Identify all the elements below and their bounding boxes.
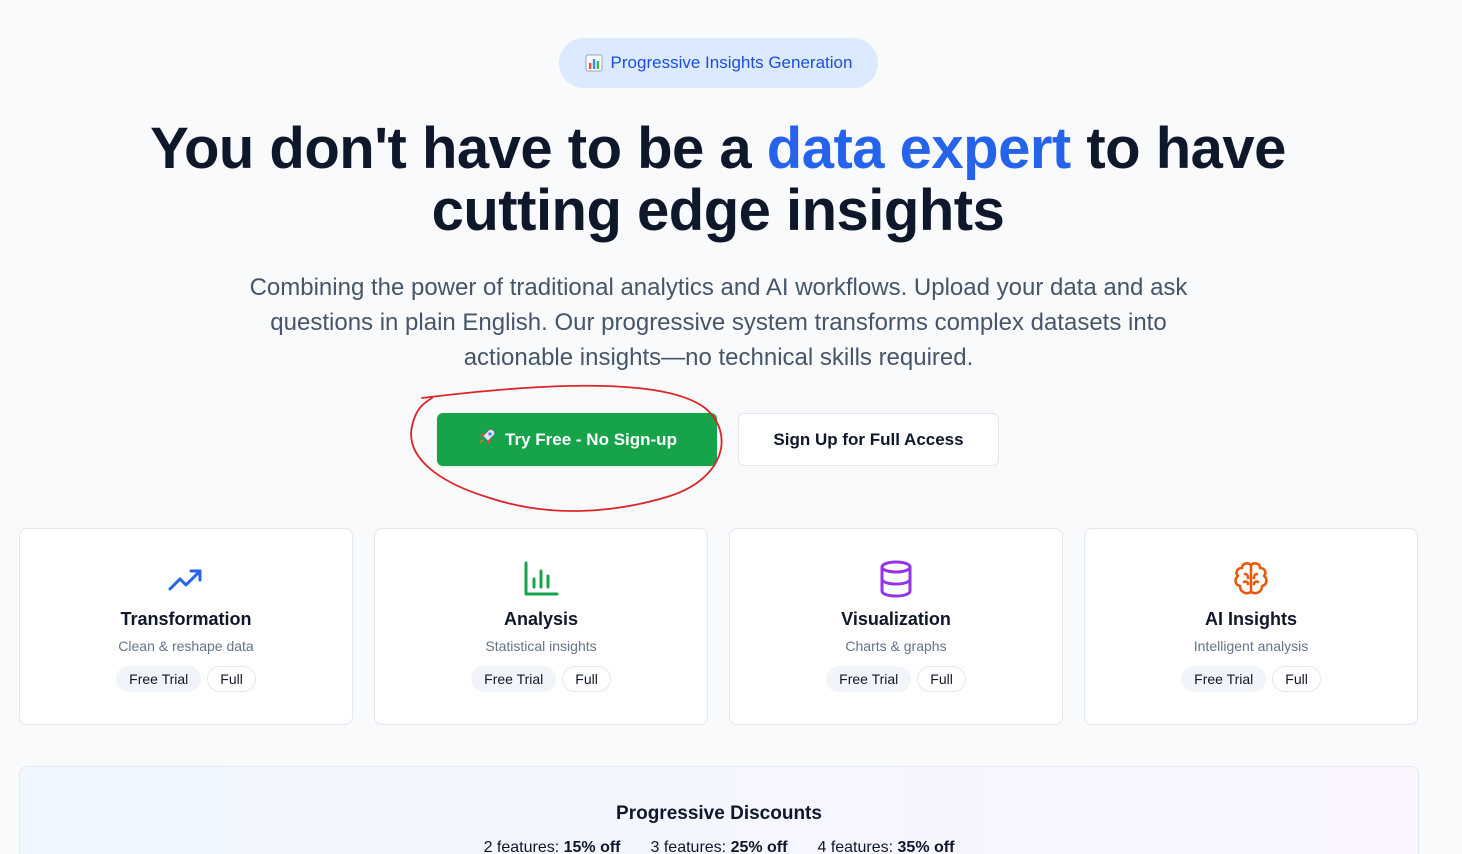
discount-item: 2 features: 15% off	[484, 839, 621, 854]
trending-up-icon	[166, 559, 206, 599]
hero-title-part1: You don't have to be a	[150, 116, 767, 181]
badge-label: Progressive Insights Generation	[610, 53, 853, 72]
discount-item: 3 features: 25% off	[651, 839, 788, 854]
signup-label: Sign Up for Full Access	[773, 429, 964, 449]
full-tag: Full	[562, 666, 611, 692]
bar-chart-icon	[521, 559, 561, 599]
feature-card-ai-insights[interactable]: AI Insights Intelligent analysis Free Tr…	[1084, 528, 1418, 725]
full-tag: Full	[207, 666, 256, 692]
signup-full-access-button[interactable]: Sign Up for Full Access	[738, 413, 999, 466]
discount-value: 25% off	[730, 839, 788, 854]
feature-title: Visualization	[841, 609, 951, 629]
try-free-button[interactable]: Try Free - No Sign-up	[437, 413, 717, 466]
full-tag: Full	[1272, 666, 1321, 692]
discount-label: 4 features:	[817, 839, 898, 854]
free-trial-tag: Free Trial	[116, 666, 202, 692]
discount-value: 35% off	[897, 839, 955, 854]
discount-label: 3 features:	[650, 839, 731, 854]
feature-description: Intelligent analysis	[1193, 638, 1309, 654]
free-trial-tag: Free Trial	[826, 666, 912, 692]
discount-label: 2 features:	[483, 839, 564, 854]
full-tag: Full	[917, 666, 966, 692]
feature-title: Analysis	[503, 609, 579, 629]
free-trial-tag: Free Trial	[1181, 666, 1267, 692]
feature-card-transformation[interactable]: Transformation Clean & reshape data Free…	[19, 528, 353, 725]
feature-title: AI Insights	[1204, 609, 1297, 629]
progressive-discounts-panel: Progressive Discounts 2 features: 15% of…	[19, 766, 1419, 854]
hero-badge: Progressive Insights Generation	[559, 38, 878, 88]
bar-chart-emoji-icon	[585, 54, 603, 72]
feature-description: Charts & graphs	[845, 638, 947, 654]
feature-description: Clean & reshape data	[118, 638, 254, 654]
feature-card-analysis[interactable]: Analysis Statistical insights Free Trial…	[374, 528, 708, 725]
brain-icon	[1231, 559, 1271, 599]
feature-description: Statistical insights	[485, 638, 597, 654]
try-free-label: Try Free - No Sign-up	[505, 429, 677, 449]
discounts-title: Progressive Discounts	[616, 803, 822, 824]
free-trial-tag: Free Trial	[471, 666, 557, 692]
feature-card-visualization[interactable]: Visualization Charts & graphs Free Trial…	[729, 528, 1063, 725]
feature-title: Transformation	[120, 609, 252, 629]
database-icon	[876, 559, 916, 599]
discount-value: 15% off	[563, 839, 621, 854]
hero-subtitle: Combining the power of traditional analy…	[249, 274, 1188, 371]
hero-title-accent: data expert	[766, 116, 1071, 181]
rocket-icon	[477, 427, 497, 452]
discounts-row: 2 features: 15% off 3 features: 25% off …	[20, 839, 1418, 854]
hero-title: You don't have to be a data expert to ha…	[60, 118, 1376, 242]
discount-item: 4 features: 35% off	[817, 839, 954, 854]
